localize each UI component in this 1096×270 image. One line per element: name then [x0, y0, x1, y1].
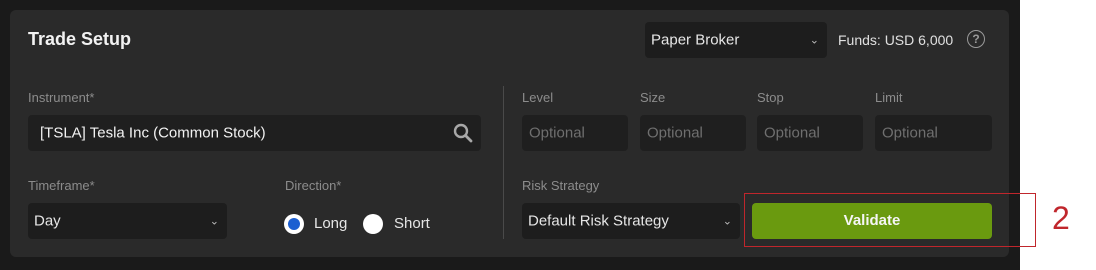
risk-strategy-select[interactable]: Default Risk Strategy ⌄	[522, 203, 740, 239]
broker-select-value: Paper Broker	[651, 31, 740, 49]
stop-label: Stop	[757, 90, 784, 105]
size-placeholder: Optional	[647, 124, 703, 142]
direction-long-radio[interactable]	[284, 214, 304, 234]
direction-label: Direction*	[285, 178, 342, 193]
stop-input[interactable]: Optional	[757, 115, 863, 151]
instrument-value: [TSLA] Tesla Inc (Common Stock)	[40, 124, 266, 142]
level-placeholder: Optional	[529, 124, 585, 142]
instrument-search-field[interactable]: [TSLA] Tesla Inc (Common Stock)	[28, 115, 481, 151]
chevron-down-icon: ⌄	[809, 34, 819, 47]
size-label: Size	[640, 90, 666, 105]
level-label: Level	[522, 90, 554, 105]
risk-strategy-label: Risk Strategy	[522, 178, 600, 193]
panel-title: Trade Setup	[28, 29, 132, 49]
help-icon[interactable]: ?	[967, 30, 985, 48]
timeframe-value: Day	[34, 212, 61, 230]
risk-strategy-value: Default Risk Strategy	[528, 212, 669, 230]
chevron-down-icon: ⌄	[722, 215, 732, 228]
search-icon[interactable]	[453, 123, 473, 143]
direction-short-radio[interactable]	[363, 214, 383, 234]
annotation-highlight-box	[744, 193, 1036, 247]
section-divider	[503, 86, 504, 239]
limit-input[interactable]: Optional	[875, 115, 992, 151]
direction-long-label[interactable]: Long	[314, 215, 347, 232]
timeframe-select[interactable]: Day ⌄	[28, 203, 227, 239]
direction-short-label[interactable]: Short	[394, 215, 430, 232]
level-input[interactable]: Optional	[522, 115, 628, 151]
size-input[interactable]: Optional	[640, 115, 746, 151]
stop-placeholder: Optional	[764, 124, 820, 142]
funds-display: Funds: USD 6,000	[838, 32, 954, 48]
instrument-label: Instrument*	[28, 90, 95, 105]
chevron-down-icon: ⌄	[209, 215, 219, 228]
timeframe-label: Timeframe*	[28, 178, 95, 193]
annotation-number: 2	[1052, 200, 1070, 236]
broker-select[interactable]: Paper Broker ⌄	[645, 22, 827, 58]
limit-label: Limit	[875, 90, 903, 105]
limit-placeholder: Optional	[882, 124, 938, 142]
